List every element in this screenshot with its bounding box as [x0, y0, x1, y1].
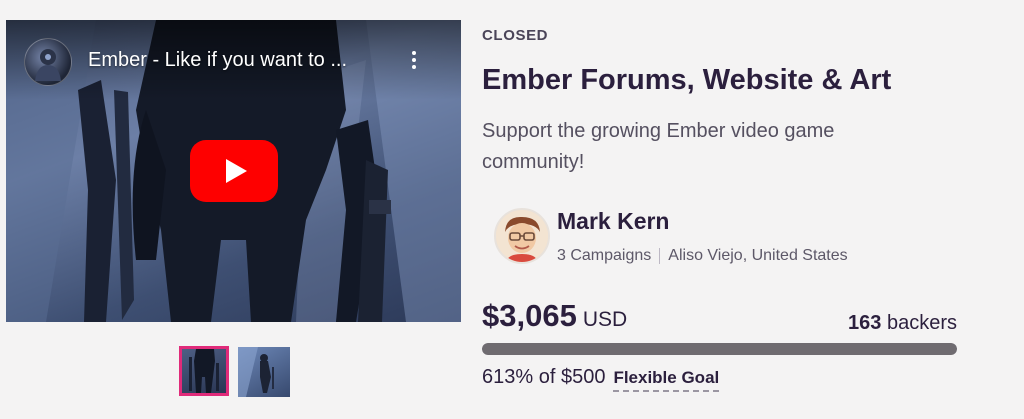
- vertical-dots-icon[interactable]: [406, 48, 422, 74]
- goal-percent-text: 613% of $500: [482, 366, 606, 388]
- owner-avatar[interactable]: [494, 208, 550, 264]
- meta-divider: [659, 248, 661, 264]
- owner-avatar-image: [496, 210, 548, 262]
- flexible-goal-tooltip-trigger[interactable]: Flexible Goal: [613, 368, 720, 392]
- video-player[interactable]: Ember - Like if you want to ...: [6, 20, 461, 322]
- funds-raised-currency: USD: [582, 308, 628, 331]
- backers-label: backers: [886, 312, 957, 334]
- thumbnail-2-image: [238, 347, 274, 397]
- campaign-title: Ember Forums, Website & Art: [482, 64, 892, 96]
- campaign-blurb: Support the growing Ember video game com…: [482, 120, 835, 173]
- funding-progress-bar: [482, 343, 957, 355]
- funding-progress-fill: [482, 343, 957, 355]
- campaign-status-label: CLOSED: [482, 27, 549, 44]
- funds-raised: $3,065 USD: [482, 298, 627, 334]
- channel-logo-icon: [35, 49, 61, 81]
- funds-raised-amount: $3,065: [482, 298, 577, 333]
- gallery-thumbnail-2[interactable]: [238, 347, 290, 397]
- owner-campaign-count[interactable]: 3 Campaigns: [557, 247, 651, 265]
- backers-count: 163 backers: [848, 312, 957, 335]
- thumbnail-1-image: [189, 349, 219, 393]
- owner-name-link[interactable]: Mark Kern: [557, 208, 669, 235]
- owner-meta: 3 Campaigns Aliso Viejo, United States: [557, 247, 848, 265]
- owner-location: Aliso Viejo, United States: [668, 247, 848, 264]
- goal-summary: 613% of $500 Flexible Goal: [482, 366, 720, 392]
- play-icon: [226, 159, 247, 183]
- gallery-thumbnail-1[interactable]: [179, 346, 229, 396]
- backers-number: 163: [848, 312, 882, 334]
- youtube-play-button[interactable]: [190, 140, 278, 202]
- video-title[interactable]: Ember - Like if you want to ...: [88, 49, 398, 72]
- campaign-card: Ember - Like if you want to ... CLOSED E…: [0, 0, 1024, 419]
- channel-avatar[interactable]: [24, 38, 72, 86]
